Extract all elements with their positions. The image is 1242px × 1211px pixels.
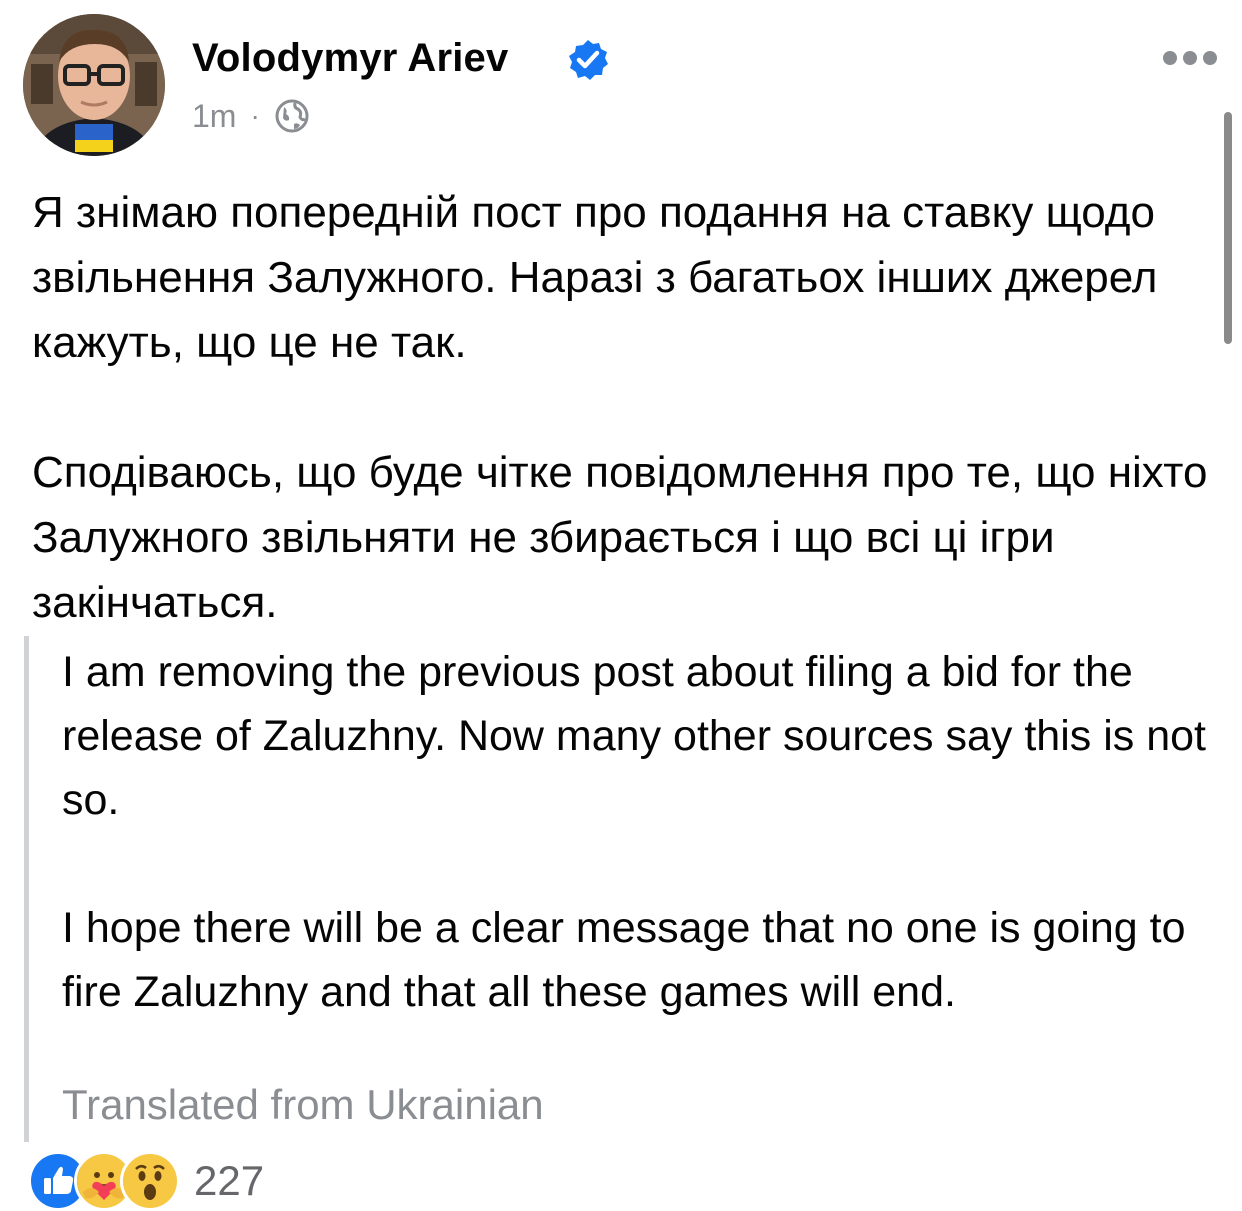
globe-icon[interactable] — [274, 98, 310, 134]
translation-paragraph-2: I hope there will be a clear message tha… — [62, 904, 1186, 1016]
scrollbar[interactable] — [1224, 112, 1232, 344]
translated-from-link[interactable]: Translated from Ukrainian — [62, 1081, 544, 1129]
post-paragraph-1: Я знімаю попередній пост про подання на … — [32, 188, 1158, 367]
post-paragraph-2: Сподіваюсь, що буде чітке повідомлення п… — [32, 448, 1208, 627]
verified-badge-icon — [569, 40, 608, 80]
post-header: Volodymyr Ariev 1m · — [0, 0, 1242, 160]
author-avatar[interactable] — [23, 14, 165, 156]
translation-block: I am removing the previous post about fi… — [24, 636, 1229, 1142]
more-horizontal-icon[interactable] — [1162, 48, 1218, 68]
reactions-summary[interactable]: 227 — [28, 1151, 264, 1211]
author-name[interactable]: Volodymyr Ariev — [192, 36, 508, 81]
reactions-count[interactable]: 227 — [194, 1157, 264, 1205]
meta-separator: · — [250, 100, 260, 131]
translation-paragraph-1: I am removing the previous post about fi… — [62, 648, 1206, 824]
post-time[interactable]: 1m — [192, 98, 236, 135]
translation-text: I am removing the previous post about fi… — [62, 640, 1212, 1024]
wow-icon — [120, 1151, 180, 1211]
post-meta: 1m · — [192, 96, 310, 136]
post-text: Я знімаю попередній пост про подання на … — [32, 180, 1212, 635]
